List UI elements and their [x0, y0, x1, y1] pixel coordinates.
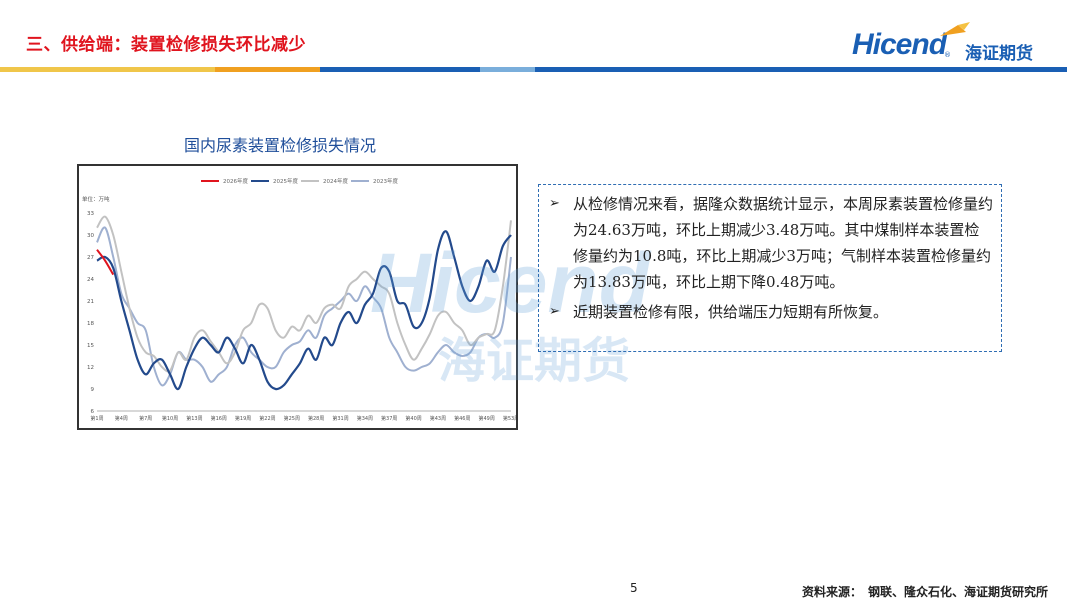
y-tick-label: 12 — [87, 365, 94, 371]
bullet-item: ➢ 从检修情况来看，据隆众数据统计显示，本周尿素装置检修量约为24.63万吨，环… — [549, 191, 993, 295]
hicend-logo: Hicend ® 海证期货 — [852, 22, 1062, 68]
x-tick-label: 第4周 — [115, 415, 128, 422]
x-tick-label: 第13周 — [186, 415, 202, 422]
y-tick-label: 24 — [87, 277, 94, 283]
y-tick-label: 33 — [87, 211, 94, 217]
x-tick-label: 第34周 — [357, 415, 373, 422]
y-tick-label: 21 — [87, 299, 94, 305]
bullet-text: 近期装置检修有限，供给端压力短期有所恢复。 — [573, 303, 889, 321]
header-bar-lightblue — [480, 67, 535, 72]
source-note: 资料来源： 钢联、隆众石化、海证期货研究所 — [801, 585, 1048, 599]
x-tick-label: 第43周 — [430, 415, 446, 422]
header-bar-darkblue — [535, 67, 1067, 72]
logo-registered-mark: ® — [944, 51, 951, 59]
y-tick-label: 6 — [91, 409, 95, 415]
logo-text-en: Hicend — [852, 28, 947, 61]
x-tick-label: 第31周 — [332, 415, 348, 422]
header-bar-yellow — [0, 67, 215, 72]
bullet-item: ➢ 近期装置检修有限，供给端压力短期有所恢复。 — [549, 299, 993, 325]
header-bar-blue — [320, 67, 480, 72]
header-bar-orange — [215, 67, 320, 72]
x-tick-label: 第1周 — [90, 415, 103, 422]
x-tick-label: 第7周 — [139, 415, 152, 422]
legend-label: 2024年度 — [323, 177, 348, 185]
y-tick-label: 27 — [87, 255, 94, 261]
x-tick-label: 第28周 — [308, 415, 324, 422]
logo-text-cn: 海证期货 — [965, 44, 1033, 64]
line-chart: 单位：万吨 6 9 12 15 18 21 24 27 30 33 第1周 第4周 第7周 第10周 第13周… — [82, 177, 516, 422]
unit-label: 单位：万吨 — [82, 195, 110, 203]
x-tick-label: 第53周 — [503, 415, 516, 422]
page-number: 5 — [630, 581, 638, 595]
x-tick-label: 第46周 — [454, 415, 470, 422]
x-tick-label: 第10周 — [162, 415, 178, 422]
legend-label: 2025年度 — [273, 177, 298, 185]
x-tick-label: 第25周 — [284, 415, 300, 422]
chart-title: 国内尿素装置检修损失情况 — [184, 136, 377, 155]
y-tick-label: 9 — [91, 387, 95, 393]
x-tick-label: 第16周 — [211, 415, 227, 422]
x-tick-label: 第40周 — [405, 415, 421, 422]
legend-label: 2023年度 — [373, 177, 398, 185]
x-tick-label: 第22周 — [259, 415, 275, 422]
x-tick-label: 第49周 — [478, 415, 494, 422]
bullet-arrow-icon: ➢ — [549, 196, 560, 211]
analysis-textbox: ➢ 从检修情况来看，据隆众数据统计显示，本周尿素装置检修量约为24.63万吨，环… — [538, 184, 1002, 352]
y-tick-label: 30 — [87, 233, 94, 239]
legend-label: 2026年度 — [223, 177, 248, 185]
x-tick-label: 第37周 — [381, 415, 397, 422]
chart-frame: 单位：万吨 6 9 12 15 18 21 24 27 30 33 第1周 第4周 第7周 第10周 第13周… — [77, 164, 518, 430]
bullet-arrow-icon: ➢ — [549, 304, 560, 319]
series-line-2025年度 — [96, 230, 512, 391]
slide-title: 三、供给端：装置检修损失环比减少 — [26, 35, 306, 55]
bullet-text: 从检修情况来看，据隆众数据统计显示，本周尿素装置检修量约为24.63万吨，环比上… — [573, 195, 994, 291]
y-tick-label: 15 — [87, 343, 94, 349]
y-tick-label: 18 — [87, 321, 94, 327]
x-tick-label: 第19周 — [235, 415, 251, 422]
